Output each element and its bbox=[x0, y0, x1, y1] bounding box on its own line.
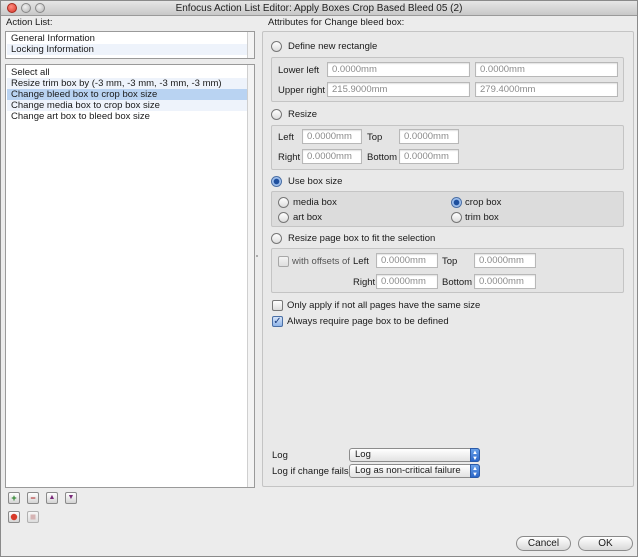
offset-right-field[interactable]: 0.0000mm bbox=[376, 274, 438, 289]
record-icon bbox=[10, 513, 18, 521]
resize-label: Resize bbox=[288, 109, 318, 120]
minimize-window-icon[interactable] bbox=[21, 3, 31, 13]
offset-top-field[interactable]: 0.0000mm bbox=[474, 253, 536, 268]
with-offsets-label: with offsets of bbox=[292, 256, 350, 267]
info-item-locking[interactable]: Locking Information bbox=[7, 44, 253, 55]
ok-button[interactable]: OK bbox=[578, 536, 633, 551]
lower-left-y-field[interactable]: 0.0000mm bbox=[475, 62, 618, 77]
title-bar: Enfocus Action List Editor: Apply Boxes … bbox=[1, 1, 637, 16]
trim-box-label: trim box bbox=[465, 212, 499, 223]
upper-right-label: Upper right bbox=[278, 85, 325, 96]
cancel-button[interactable]: Cancel bbox=[516, 536, 571, 551]
action-item-select-all[interactable]: Select all bbox=[7, 67, 253, 78]
window-title: Enfocus Action List Editor: Apply Boxes … bbox=[175, 3, 463, 14]
resize-page-box-radio[interactable] bbox=[271, 233, 282, 244]
resize-right-field[interactable]: 0.0000mm bbox=[302, 149, 362, 164]
upper-right-y-field[interactable]: 279.4000mm bbox=[475, 82, 618, 97]
action-item-change-bleed[interactable]: Change bleed box to crop box size bbox=[7, 89, 253, 100]
divider-grip-icon bbox=[256, 255, 258, 257]
action-list-header: Action List: bbox=[6, 17, 53, 28]
select-arrows-icon: ▲ ▼ bbox=[470, 464, 480, 478]
log-select[interactable]: Log ▲ ▼ bbox=[349, 448, 480, 462]
define-new-rectangle-label: Define new rectangle bbox=[288, 41, 378, 52]
crop-box-radio[interactable] bbox=[451, 197, 462, 208]
split-pane-divider[interactable] bbox=[255, 27, 259, 489]
art-box-label: art box bbox=[293, 212, 323, 223]
action-list-scrollbar[interactable] bbox=[247, 65, 254, 487]
move-down-button[interactable]: ▼ bbox=[65, 492, 77, 504]
record-action-button[interactable] bbox=[8, 511, 20, 523]
log-if-fails-select-value: Log as non-critical failure bbox=[355, 465, 461, 476]
offset-left-field[interactable]: 0.0000mm bbox=[376, 253, 438, 268]
log-if-fails-select[interactable]: Log as non-critical failure ▲ ▼ bbox=[349, 464, 480, 478]
action-list: Select all Resize trim box by (-3 mm, -3… bbox=[5, 64, 255, 488]
resize-right-label: Right bbox=[278, 152, 301, 163]
use-box-size-radio[interactable] bbox=[271, 176, 282, 187]
offset-top-label: Top bbox=[442, 256, 458, 267]
resize-left-label: Left bbox=[278, 132, 294, 143]
action-item-change-art[interactable]: Change art box to bleed box size bbox=[7, 111, 253, 122]
resize-top-label: Top bbox=[367, 132, 383, 143]
stop-action-button[interactable] bbox=[27, 511, 39, 523]
attributes-header: Attributes for Change bleed box: bbox=[268, 17, 405, 28]
use-box-size-label: Use box size bbox=[288, 176, 343, 187]
offset-right-label: Right bbox=[353, 277, 376, 288]
trim-box-radio[interactable] bbox=[451, 212, 462, 223]
log-select-value: Log bbox=[355, 449, 371, 460]
select-arrows-icon: ▲ ▼ bbox=[470, 448, 480, 462]
media-box-radio[interactable] bbox=[278, 197, 289, 208]
define-new-rectangle-radio[interactable] bbox=[271, 41, 282, 52]
action-list-editor-window: Enfocus Action List Editor: Apply Boxes … bbox=[0, 0, 638, 557]
with-offsets-checkbox[interactable] bbox=[278, 256, 289, 267]
info-list-scrollbar[interactable] bbox=[247, 32, 254, 58]
offset-left-label: Left bbox=[353, 256, 369, 267]
always-require-checkbox[interactable]: ✓ bbox=[272, 316, 283, 327]
stop-icon bbox=[30, 514, 36, 520]
resize-bottom-field[interactable]: 0.0000mm bbox=[399, 149, 459, 164]
crop-box-label: crop box bbox=[465, 197, 502, 208]
offset-bottom-label: Bottom bbox=[442, 277, 473, 288]
always-require-label: Always require page box to be defined bbox=[287, 316, 449, 327]
action-item-resize-trim[interactable]: Resize trim box by (-3 mm, -3 mm, -3 mm,… bbox=[7, 78, 253, 89]
only-apply-checkbox[interactable] bbox=[272, 300, 283, 311]
resize-left-field[interactable]: 0.0000mm bbox=[302, 129, 362, 144]
resize-radio[interactable] bbox=[271, 109, 282, 120]
media-box-label: media box bbox=[293, 197, 337, 208]
resize-page-box-label: Resize page box to fit the selection bbox=[288, 233, 436, 244]
art-box-radio[interactable] bbox=[278, 212, 289, 223]
upper-right-x-field[interactable]: 215.9000mm bbox=[327, 82, 470, 97]
add-action-button[interactable]: + bbox=[8, 492, 20, 504]
resize-top-field[interactable]: 0.0000mm bbox=[399, 129, 459, 144]
info-list: General Information Locking Information bbox=[5, 31, 255, 59]
lower-left-label: Lower left bbox=[278, 65, 320, 76]
move-up-button[interactable]: ▲ bbox=[46, 492, 58, 504]
log-if-fails-label: Log if change fails bbox=[272, 466, 349, 477]
remove-action-button[interactable]: − bbox=[27, 492, 39, 504]
resize-bottom-label: Bottom bbox=[367, 152, 398, 163]
action-item-change-media[interactable]: Change media box to crop box size bbox=[7, 100, 253, 111]
info-item-general[interactable]: General Information bbox=[7, 33, 253, 44]
only-apply-label: Only apply if not all pages have the sam… bbox=[287, 300, 481, 311]
close-window-icon[interactable] bbox=[7, 3, 17, 13]
lower-left-x-field[interactable]: 0.0000mm bbox=[327, 62, 470, 77]
zoom-window-icon[interactable] bbox=[35, 3, 45, 13]
offset-bottom-field[interactable]: 0.0000mm bbox=[474, 274, 536, 289]
log-label: Log bbox=[272, 450, 288, 461]
